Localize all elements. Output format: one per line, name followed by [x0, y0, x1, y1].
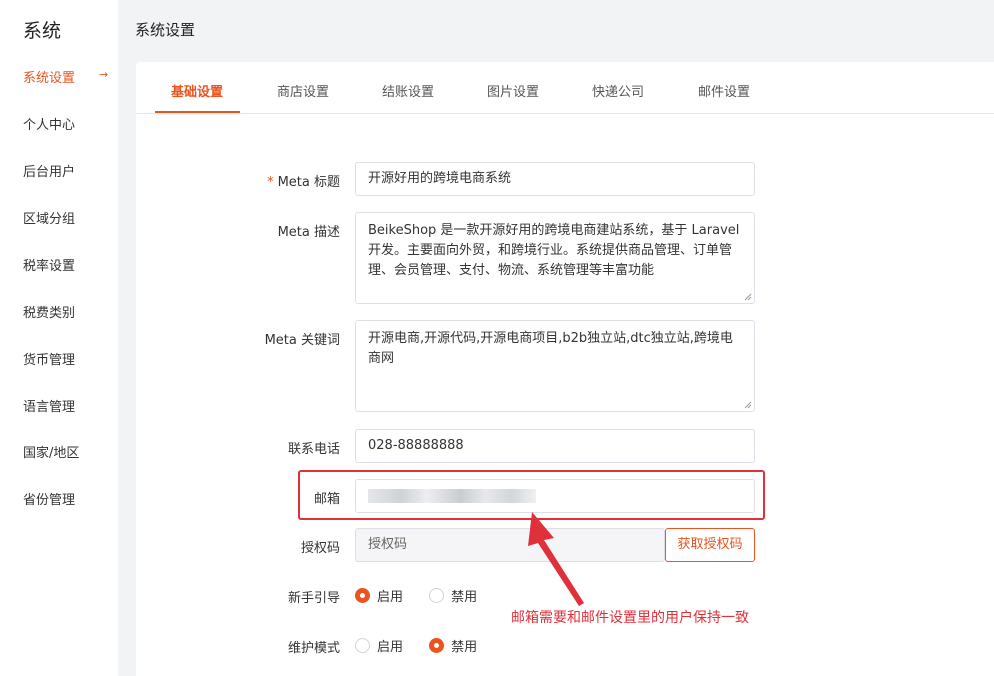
- sidebar: 系统 系统设置 → 个人中心 后台用户 区域分组 税率设置 税费类别 货币管理 …: [0, 0, 118, 676]
- sidebar-item-countries[interactable]: 国家/地区: [23, 442, 79, 461]
- sidebar-item-region-groups[interactable]: 区域分组: [23, 208, 75, 227]
- annotation-arrow-icon: [528, 512, 584, 606]
- sidebar-item-tax-classes[interactable]: 税费类别: [23, 302, 75, 321]
- arrow-right-icon: →: [99, 68, 109, 81]
- page-title: 系统设置: [135, 21, 196, 39]
- sidebar-item-admin-users[interactable]: 后台用户: [23, 161, 75, 180]
- sidebar-item-profile[interactable]: 个人中心: [23, 114, 75, 133]
- annotation-note: 邮箱需要和邮件设置里的用户保持一致: [511, 610, 749, 626]
- sidebar-title: 系统: [23, 20, 62, 42]
- sidebar-item-currencies[interactable]: 货币管理: [23, 349, 75, 368]
- sidebar-item-tax-rates[interactable]: 税率设置: [23, 255, 75, 274]
- sidebar-item-system-settings[interactable]: 系统设置: [23, 67, 75, 86]
- settings-card: 基础设置 商店设置 结账设置 图片设置 快递公司 邮件设置 * Meta 标题 开…: [136, 62, 994, 676]
- sidebar-item-languages[interactable]: 语言管理: [23, 396, 75, 415]
- sidebar-item-provinces[interactable]: 省份管理: [23, 489, 75, 508]
